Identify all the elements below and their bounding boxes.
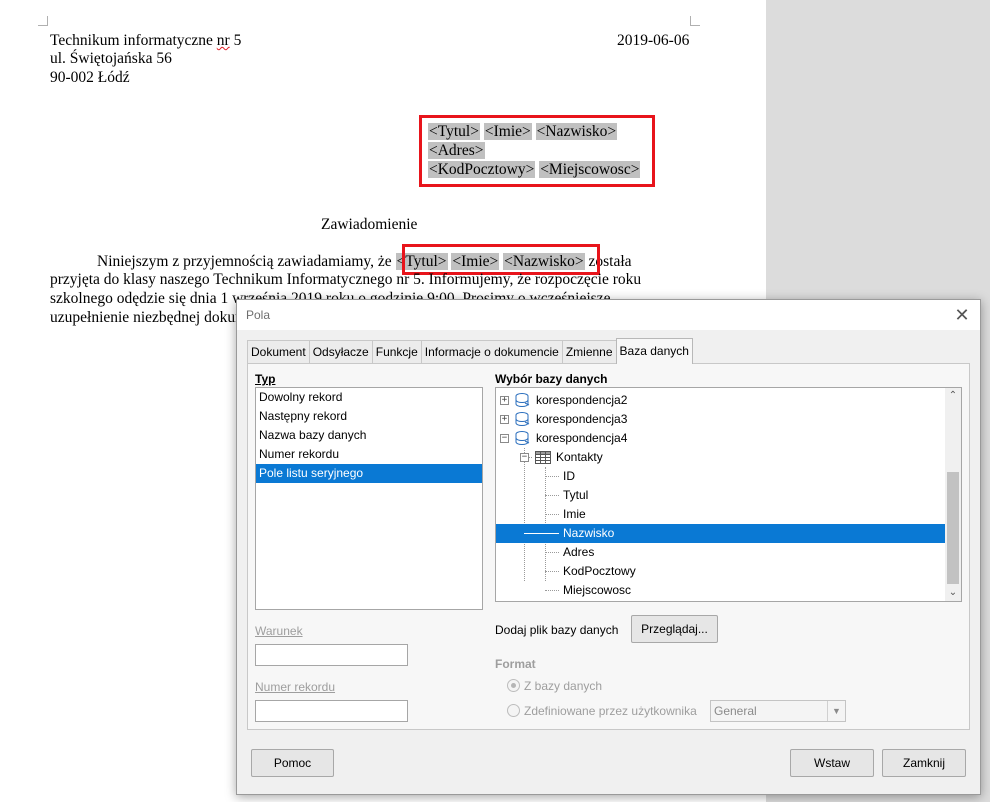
record-number-label: Numer rekordu: [255, 680, 336, 694]
close-button[interactable]: Zamknij: [882, 749, 966, 777]
tree-column-adres[interactable]: Adres: [496, 543, 945, 562]
type-item-dowolny-rekord[interactable]: Dowolny rekord: [256, 388, 482, 407]
format-label: Format: [495, 657, 536, 671]
table-icon: [535, 451, 551, 464]
format-user-defined-radio[interactable]: [507, 704, 520, 717]
address-highlight-box: [419, 115, 655, 187]
tab-baza-danych[interactable]: Baza danych: [615, 338, 693, 364]
tree-column-id[interactable]: ID: [496, 467, 945, 486]
tree-db-korespondencja3[interactable]: + korespondencja3: [496, 410, 945, 429]
add-database-label: Dodaj plik bazy danych: [495, 623, 619, 637]
page-corner-marker: [38, 16, 48, 26]
page-corner-marker: [690, 16, 700, 26]
tab-informacje-o-dokumencie[interactable]: Informacje o dokumencie: [420, 340, 563, 364]
tree-db-label: korespondencja3: [536, 412, 628, 426]
tree-db-korespondencja4[interactable]: − korespondencja4: [496, 429, 945, 448]
sender-line-2: ul. Świętojańska 56: [50, 50, 172, 67]
sender-line-1: Technikum informatyczne nr 5: [50, 32, 242, 49]
letter-heading: Zawiadomienie: [321, 216, 418, 233]
tree-column-imie[interactable]: Imie: [496, 505, 945, 524]
type-item-nazwa-bazy-danych[interactable]: Nazwa bazy danych: [256, 426, 482, 445]
tree-scrollbar[interactable]: ⌃ ⌄: [945, 388, 961, 601]
dialog-title: Pola: [246, 308, 271, 322]
tree-db-korespondencja2[interactable]: + korespondencja2: [496, 391, 945, 410]
type-item-pole-listu-seryjnego[interactable]: Pole listu seryjnego: [256, 464, 482, 483]
database-icon: [515, 431, 530, 446]
tab-zmienne[interactable]: Zmienne: [561, 340, 617, 364]
format-select-value: General: [714, 704, 757, 718]
database-selection-label: Wybór bazy danych: [495, 372, 608, 386]
tab-bar: Dokument Odsyłacze Funkcje Informacje o …: [247, 338, 693, 364]
chevron-down-icon: ▼: [827, 701, 845, 721]
close-icon[interactable]: ✕: [952, 305, 972, 325]
tree-db-label: korespondencja4: [536, 431, 628, 445]
expand-icon[interactable]: +: [500, 396, 509, 405]
sender-line-3: 90-002 Łódź: [50, 69, 130, 86]
scroll-down-icon[interactable]: ⌄: [945, 585, 961, 601]
database-tree[interactable]: + korespondencja2 + korespondencja3 − ko…: [495, 387, 962, 602]
condition-label: Warunek: [255, 624, 303, 638]
tab-panel-baza-danych: Typ Dowolny rekord Następny rekord Nazwa…: [247, 363, 970, 730]
format-from-db-radio[interactable]: [507, 679, 520, 692]
tree-column-tytul[interactable]: Tytul: [496, 486, 945, 505]
scrollbar-thumb[interactable]: [947, 472, 959, 584]
letter-date: 2019-06-06: [617, 32, 690, 49]
tree-column-nazwisko[interactable]: Nazwisko: [496, 524, 945, 543]
format-from-db-label: Z bazy danych: [524, 679, 603, 693]
tab-dokument[interactable]: Dokument: [247, 340, 310, 364]
tree-table-kontakty[interactable]: − Kontakty: [496, 448, 945, 467]
database-icon: [515, 393, 530, 408]
type-listbox[interactable]: Dowolny rekord Następny rekord Nazwa baz…: [255, 387, 483, 610]
type-item-nastepny-rekord[interactable]: Następny rekord: [256, 407, 482, 426]
tree-column-miejscowosc[interactable]: Miejscowosc: [496, 581, 945, 600]
expand-icon[interactable]: +: [500, 415, 509, 424]
tree-column-kodpocztowy[interactable]: KodPocztowy: [496, 562, 945, 581]
type-item-numer-rekordu[interactable]: Numer rekordu: [256, 445, 482, 464]
body-line-2: przyjęta do klasy naszego Technikum Info…: [50, 271, 642, 288]
scroll-up-icon[interactable]: ⌃: [945, 388, 961, 404]
tree-db-label: korespondencja2: [536, 393, 628, 407]
collapse-icon[interactable]: −: [520, 453, 529, 462]
collapse-icon[interactable]: −: [500, 434, 509, 443]
format-select[interactable]: General ▼: [710, 700, 846, 722]
browse-button[interactable]: Przeglądaj...: [631, 615, 718, 643]
record-number-input[interactable]: [255, 700, 408, 722]
condition-input[interactable]: [255, 644, 408, 666]
tab-funkcje[interactable]: Funkcje: [371, 340, 422, 364]
database-icon: [515, 412, 530, 427]
tree-table-label: Kontakty: [556, 450, 603, 464]
tab-odsylacze[interactable]: Odsyłacze: [308, 340, 373, 364]
dialog-titlebar[interactable]: Pola ✕: [237, 300, 980, 330]
help-button[interactable]: Pomoc: [251, 749, 334, 777]
type-label: Typ: [255, 372, 276, 386]
fields-dialog: Pola ✕ Dokument Odsyłacze Funkcje Inform…: [236, 299, 981, 795]
insert-button[interactable]: Wstaw: [790, 749, 874, 777]
format-user-defined-label: Zdefiniowane przez użytkownika: [524, 704, 697, 718]
